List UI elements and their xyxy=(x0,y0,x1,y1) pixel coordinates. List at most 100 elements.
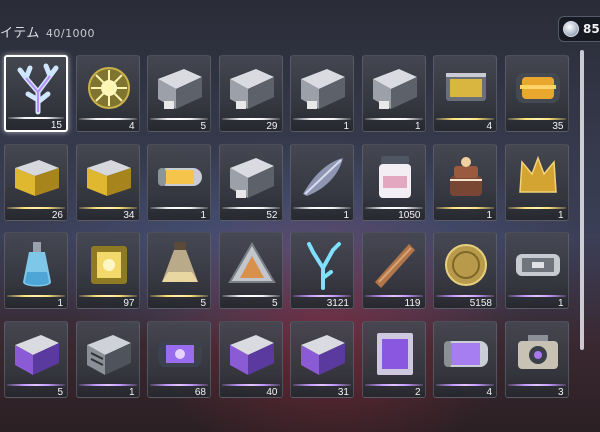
item-slot[interactable]: 1 xyxy=(290,143,354,221)
item-slot[interactable]: 3 xyxy=(504,320,569,398)
steel-chest-icon xyxy=(297,61,349,115)
item-slot[interactable]: 97 xyxy=(75,232,140,309)
blue-coral-icon xyxy=(297,238,349,292)
purple-chest-icon xyxy=(226,327,278,381)
item-slot[interactable]: 1 xyxy=(4,232,68,309)
rarity-bar xyxy=(221,118,280,120)
gold-case-icon xyxy=(440,61,492,115)
item-slot[interactable]: 1 xyxy=(361,55,426,132)
item-slot[interactable]: 26 xyxy=(4,143,68,221)
steel-chest-icon xyxy=(154,61,206,115)
item-quantity: 52 xyxy=(266,209,278,221)
rarity-bar xyxy=(7,206,65,209)
item-slot[interactable]: 52 xyxy=(218,143,283,221)
rarity-bar xyxy=(293,118,351,120)
item-slot[interactable]: 119 xyxy=(361,232,426,309)
rarity-bar xyxy=(78,206,137,209)
item-slot[interactable]: 5 xyxy=(4,320,68,398)
rarity-bar xyxy=(436,118,494,120)
item-quantity: 26 xyxy=(51,209,63,221)
purple-cube-icon xyxy=(369,327,421,381)
item-quantity: 34 xyxy=(123,209,135,221)
item-slot[interactable]: 5 xyxy=(218,232,283,309)
item-slot[interactable]: 1 xyxy=(147,143,211,221)
item-quantity: 1 xyxy=(128,386,135,398)
item-slot[interactable]: 5 xyxy=(147,55,211,132)
gold-capsule-icon xyxy=(154,150,206,204)
gold-crown-icon xyxy=(512,150,564,204)
item-slot[interactable]: 1 xyxy=(433,143,497,221)
item-quantity: 5 xyxy=(200,121,206,132)
item-slot[interactable]: 68 xyxy=(147,320,211,398)
steel-chest-icon xyxy=(226,150,278,204)
item-quantity: 1 xyxy=(343,121,349,132)
rarity-bar xyxy=(507,383,566,386)
rarity-bar xyxy=(364,206,423,209)
inventory-title: イテム 40/1000 xyxy=(0,22,95,41)
rarity-bar xyxy=(78,118,137,120)
item-slot[interactable]: 1 xyxy=(75,320,140,398)
item-quantity: 68 xyxy=(194,386,206,398)
rarity-bar xyxy=(436,383,494,386)
item-slot[interactable]: 5 xyxy=(147,232,211,309)
gold-cube-icon xyxy=(83,238,135,292)
purple-chest-icon xyxy=(11,327,63,381)
item-slot[interactable]: 2 xyxy=(361,320,426,398)
item-quantity: 40 xyxy=(266,386,278,398)
gold-orb-icon xyxy=(83,61,135,115)
rarity-bar xyxy=(221,383,280,386)
item-quantity: 2 xyxy=(414,386,421,398)
rarity-bar xyxy=(507,206,566,209)
steel-crate-icon xyxy=(83,327,135,381)
rarity-bar xyxy=(507,118,566,120)
cake-icon xyxy=(440,150,492,204)
item-slot[interactable]: 1 xyxy=(290,55,354,132)
item-slot[interactable]: 35 xyxy=(504,55,569,132)
item-quantity: 15 xyxy=(50,120,62,131)
item-slot[interactable]: 1050 xyxy=(361,143,426,221)
rarity-bar xyxy=(293,206,351,209)
currency-amount: 850 xyxy=(583,22,600,36)
item-slot[interactable]: 1 xyxy=(504,143,569,221)
item-slot[interactable]: 5158 xyxy=(433,232,497,309)
rarity-bar xyxy=(293,383,351,386)
item-quantity: 5158 xyxy=(469,298,492,309)
purple-camera-icon xyxy=(512,327,564,381)
potion-bottle-icon xyxy=(11,238,63,292)
item-quantity: 35 xyxy=(552,121,564,132)
currency-display: 850 xyxy=(558,16,600,42)
item-quantity: 119 xyxy=(404,298,421,309)
item-slot[interactable]: 4 xyxy=(75,55,140,132)
rarity-bar xyxy=(293,295,351,297)
feather-crystal-icon xyxy=(297,150,349,204)
item-quantity: 1 xyxy=(200,209,206,221)
wood-plank-icon xyxy=(369,238,421,292)
rarity-bar xyxy=(436,295,494,297)
scrollbar[interactable] xyxy=(580,50,584,350)
item-slot[interactable]: 4 xyxy=(433,55,497,132)
item-quantity: 1 xyxy=(557,209,564,221)
salt-jar-icon xyxy=(369,150,421,204)
triangle-badge-icon xyxy=(226,238,278,292)
rarity-bar xyxy=(436,206,494,209)
gold-barrel-chest-icon xyxy=(512,61,564,115)
item-quantity: 97 xyxy=(123,298,135,309)
item-slot[interactable]: 29 xyxy=(218,55,283,132)
crystal-coral-icon xyxy=(12,62,64,116)
item-slot[interactable]: 34 xyxy=(75,143,140,221)
item-slot[interactable]: 15 xyxy=(4,55,68,132)
item-slot[interactable]: 40 xyxy=(218,320,283,398)
gold-box-icon xyxy=(11,150,63,204)
item-quantity: 31 xyxy=(337,386,349,398)
item-slot[interactable]: 4 xyxy=(433,320,497,398)
rarity-bar xyxy=(78,295,137,297)
item-quantity: 29 xyxy=(266,121,278,132)
item-slot[interactable]: 1 xyxy=(504,232,569,309)
rarity-bar xyxy=(364,295,423,297)
item-quantity: 3121 xyxy=(326,298,349,309)
item-slot[interactable]: 3121 xyxy=(290,232,354,309)
item-quantity: 1 xyxy=(486,209,492,221)
rarity-bar xyxy=(78,383,137,386)
item-slot[interactable]: 31 xyxy=(290,320,354,398)
item-quantity: 4 xyxy=(486,121,492,132)
